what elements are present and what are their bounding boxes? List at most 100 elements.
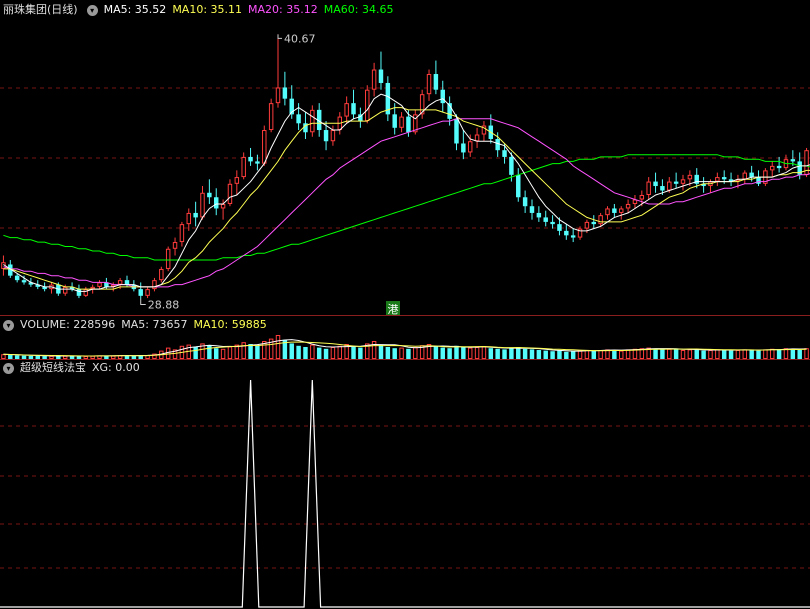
candle-body	[145, 289, 150, 296]
candle	[433, 60, 439, 95]
volume-ma5-label: MA5: 73657	[121, 318, 188, 331]
candle-body	[323, 130, 329, 142]
candle	[213, 188, 219, 216]
candle	[618, 206, 624, 220]
candle	[440, 80, 445, 113]
volume-bar	[296, 345, 301, 359]
volume-bar	[543, 350, 548, 359]
volume-bar	[234, 344, 240, 359]
candle-body	[62, 286, 68, 294]
candle-body	[474, 134, 480, 142]
candle-body	[564, 230, 569, 236]
candle	[152, 277, 157, 292]
ma5-label: MA5: 35.52	[103, 3, 167, 16]
candle-body	[584, 221, 590, 229]
volume-label: VOLUME: 228596	[20, 318, 116, 331]
volume-bar	[399, 347, 404, 359]
stock-title: 丽珠集团(日线)	[3, 3, 78, 16]
volume-bar	[776, 349, 782, 359]
candle-body	[516, 174, 521, 198]
candle-body	[344, 103, 349, 117]
hk-marker: 港	[386, 301, 400, 316]
volume-bar	[680, 350, 686, 359]
candle-body	[186, 212, 192, 225]
candle-body	[262, 130, 267, 164]
volume-bar	[440, 347, 445, 359]
candle-body	[159, 268, 164, 281]
chevron-down-icon[interactable]: ▾	[3, 319, 14, 331]
candle	[461, 130, 466, 160]
candle-body	[625, 203, 631, 209]
candle	[529, 199, 535, 220]
candle-body	[90, 286, 95, 290]
candle-body	[543, 217, 548, 222]
volume-bar	[742, 349, 748, 359]
candle-body	[124, 280, 130, 285]
candle-body	[653, 181, 658, 187]
candle	[227, 179, 233, 207]
volume-bar	[577, 350, 583, 359]
volume-bar	[687, 349, 693, 359]
volume-bar	[378, 344, 384, 359]
volume-bar	[536, 350, 542, 359]
volume-bar	[474, 347, 480, 359]
candle	[186, 208, 192, 231]
candle	[653, 172, 658, 193]
candle	[536, 206, 542, 222]
xg-signal-line	[0, 379, 810, 608]
indicator-chart[interactable]	[0, 376, 810, 608]
candle-body	[207, 192, 212, 198]
candle	[715, 172, 720, 187]
candle-body	[680, 179, 686, 184]
volume-bar	[303, 347, 308, 359]
candle	[419, 89, 425, 119]
volume-bar	[605, 349, 610, 359]
volume-bar	[804, 348, 809, 359]
candle	[344, 96, 349, 124]
chevron-down-icon[interactable]: ▾	[3, 362, 14, 374]
chevron-down-icon[interactable]: ▾	[86, 4, 98, 16]
candle	[234, 170, 240, 196]
candle	[282, 71, 288, 106]
candle	[378, 51, 384, 90]
volume-bar	[783, 348, 789, 359]
candle	[145, 286, 150, 299]
candlestick-chart[interactable]: 40.67 28.88 港	[0, 18, 810, 316]
candle	[255, 154, 260, 171]
candle	[701, 177, 706, 193]
volume-bar	[467, 347, 473, 359]
candle-body	[454, 118, 459, 144]
volume-bar	[591, 350, 597, 359]
candle	[673, 172, 679, 189]
volume-bar	[255, 345, 260, 359]
ma60-label: MA60: 34.65	[323, 3, 394, 16]
volume-bar	[275, 335, 281, 359]
candle-body	[152, 280, 157, 290]
candle	[159, 266, 164, 283]
candle-body	[660, 186, 665, 191]
candle-body	[165, 248, 171, 269]
candle-body	[639, 195, 645, 200]
candle-body	[227, 183, 233, 204]
candle-body	[790, 159, 796, 162]
candle	[742, 170, 748, 184]
volume-bar	[358, 347, 363, 359]
candle-body	[440, 89, 445, 104]
candle	[598, 212, 603, 227]
ma10-label: MA10: 35.11	[172, 3, 243, 16]
volume-bar	[323, 348, 329, 359]
candle-body	[330, 130, 336, 142]
volume-bar	[550, 351, 555, 359]
volume-bar	[612, 350, 617, 359]
candle	[481, 121, 487, 142]
volume-bar	[488, 348, 494, 359]
volume-bar	[625, 349, 631, 359]
candle-body	[550, 221, 555, 225]
volume-bar	[728, 350, 734, 359]
volume-bar	[564, 351, 569, 359]
candle	[591, 215, 597, 229]
candle-body	[687, 174, 693, 180]
volume-chart[interactable]	[0, 333, 810, 359]
candle	[783, 154, 789, 171]
volume-bar	[213, 348, 219, 359]
